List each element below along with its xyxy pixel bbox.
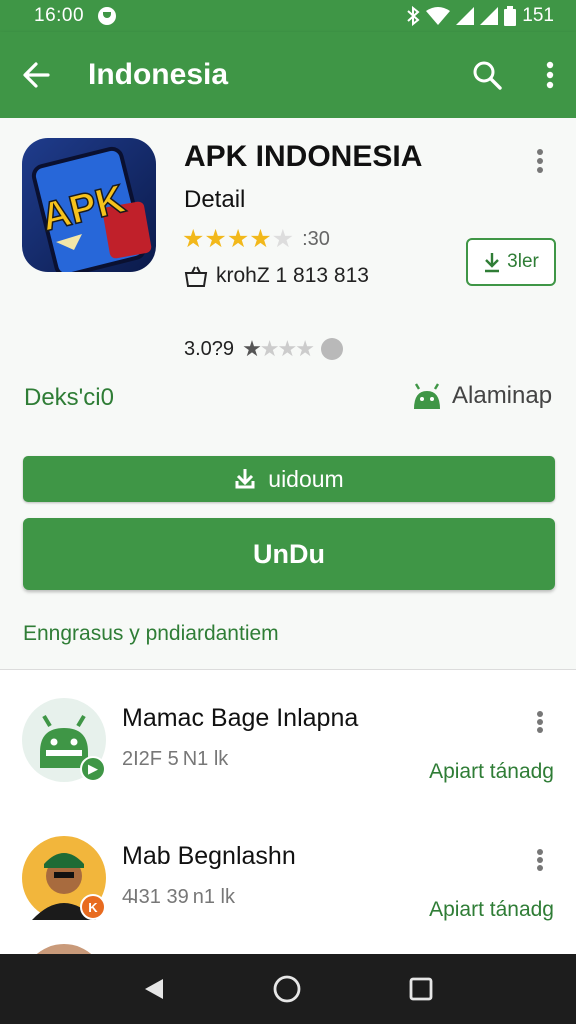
signal-icon-2 (480, 7, 499, 25)
app-name: APK INDONESIA (184, 140, 423, 173)
list-item-name: Mamac Bage Inlapna (122, 704, 359, 732)
app-meta: krohZ 1 813 813 (184, 264, 369, 288)
app-subtitle: Detail (184, 186, 246, 213)
android-icon (414, 383, 440, 409)
list-item-action[interactable]: Apiart tánadg (429, 898, 554, 922)
bag-icon (184, 266, 208, 287)
list-item-more-icon[interactable] (536, 710, 544, 734)
app-icon[interactable]: APK (22, 138, 156, 272)
secondary-action-button[interactable]: 3ler (466, 238, 556, 286)
platform-label: Alaminap (452, 382, 553, 409)
nav-recents-icon[interactable] (409, 977, 433, 1001)
developer-label[interactable]: Deks'ci0 (24, 384, 114, 412)
app-meta-text: krohZ 1 813 813 (216, 264, 369, 287)
status-bar: 16:00 151 (0, 0, 576, 32)
rating-count: :30 (302, 227, 330, 250)
app-rating: ★★★★★ :30 (182, 224, 330, 254)
wifi-icon (426, 7, 451, 25)
notification-icon (98, 7, 117, 25)
secondary-rating-value: 3.0?9 (184, 337, 235, 360)
install-button[interactable]: UnDu (23, 518, 555, 590)
list-item-count: 4̴I31 39 n1 lk (122, 886, 235, 908)
list-item[interactable]: ▶ Mamac Bage Inlapna 2I2F 5 N1 lk Apiart… (0, 670, 576, 810)
nav-home-icon[interactable] (272, 974, 302, 1004)
avatar: K (22, 836, 106, 920)
arrow-left-icon[interactable] (22, 61, 50, 89)
card-more-icon[interactable] (536, 148, 544, 174)
app-bar: Indonesia (0, 32, 576, 118)
list-item-count: 2I2F 5 N1 lk (122, 748, 229, 770)
list-item[interactable]: K Mab Begnlashn 4̴I31 39 n1 lk Apiart tá… (0, 808, 576, 948)
secondary-action-label: 3ler (507, 251, 539, 272)
download-button-label: uidoum (268, 465, 344, 492)
search-icon[interactable] (472, 60, 502, 90)
download-icon (235, 469, 255, 489)
list-item-more-icon[interactable] (536, 848, 544, 872)
platform-tag: Alaminap (412, 382, 552, 410)
rating-stars: ★★★★★ (182, 225, 295, 253)
secondary-rating-stars: ★★★★ (242, 336, 315, 361)
nav-back-icon[interactable] (143, 977, 165, 1001)
grey-dot-icon (320, 338, 343, 360)
footer-link[interactable]: Enngrasus ​y pndiardantiem (23, 622, 279, 646)
more-vert-icon[interactable] (546, 61, 554, 89)
download-button[interactable]: uidoum (23, 456, 555, 502)
avatar: ▶ (22, 698, 106, 782)
signal-icon (456, 7, 475, 25)
user-badge-icon: K (80, 894, 106, 920)
battery-level: 151 (522, 5, 554, 26)
navigation-bar (0, 954, 576, 1024)
app-detail-card: APK APK INDONESIA Detail ★★★★★ :30 krohZ… (0, 118, 576, 670)
status-icons: 151 (406, 5, 554, 27)
list-item-name: Mab Begnlashn (122, 842, 296, 870)
related-list: ▶ Mamac Bage Inlapna 2I2F 5 N1 lk Apiart… (0, 670, 576, 954)
battery-icon (504, 6, 517, 26)
bluetooth-icon (407, 6, 420, 26)
list-item-action[interactable]: Apiart tánadg (429, 760, 554, 784)
download-icon (485, 253, 500, 273)
secondary-rating: 3.0?9 ★★★★ (184, 336, 343, 362)
page-title: Indonesia (88, 58, 229, 91)
status-time: 16:00 (34, 5, 85, 26)
android-badge-icon: ▶ (80, 756, 106, 782)
